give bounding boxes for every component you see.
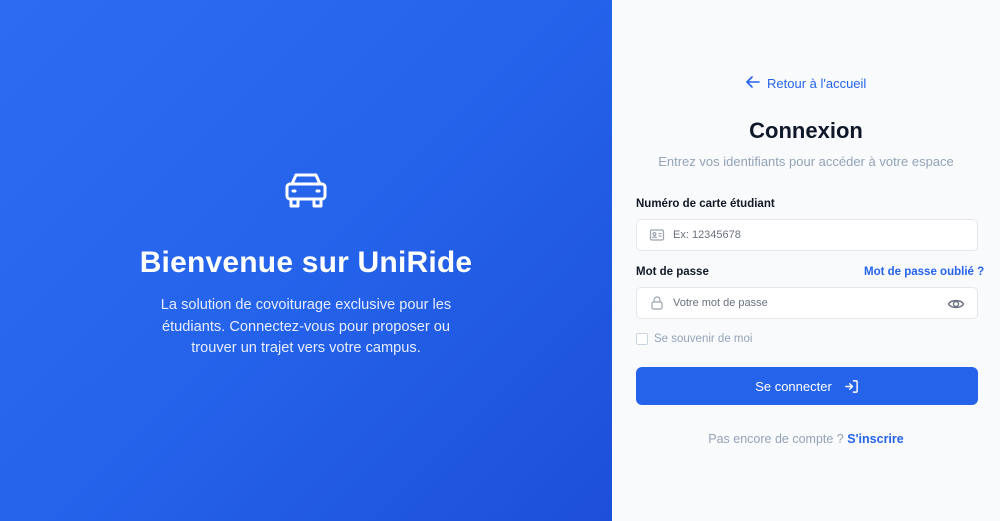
- login-subtitle: Entrez vos identifiants pour accéder à v…: [658, 154, 954, 169]
- signup-text: Pas encore de compte ?: [708, 432, 844, 446]
- welcome-description: La solution de covoiturage exclusive pou…: [160, 297, 452, 356]
- login-button[interactable]: Se connecter: [636, 367, 978, 405]
- car-icon: [285, 173, 327, 208]
- lock-icon: [651, 296, 663, 310]
- back-link-label: Retour à l'accueil: [767, 76, 867, 91]
- sign-in-icon: [844, 379, 858, 393]
- signup-prompt: Pas encore de compte ? S'inscrire: [612, 432, 1000, 446]
- password-label: Mot de passe: [636, 266, 709, 278]
- remember-me-checkbox[interactable]: [636, 333, 648, 345]
- signup-link[interactable]: S'inscrire: [847, 432, 903, 446]
- back-to-home-link[interactable]: Retour à l'accueil: [745, 75, 867, 91]
- login-button-label: Se connecter: [755, 378, 832, 394]
- eye-icon[interactable]: [947, 295, 965, 313]
- login-title: Connexion: [749, 118, 863, 143]
- id-card-icon: [649, 229, 665, 241]
- arrow-left-icon: [746, 75, 760, 88]
- card-number-input[interactable]: [673, 229, 933, 241]
- card-number-field[interactable]: [636, 219, 978, 251]
- card-number-label: Numéro de carte étudiant: [636, 198, 775, 210]
- remember-me-label: Se souvenir de moi: [654, 333, 753, 345]
- welcome-panel: Bienvenue sur UniRide La solution de cov…: [0, 0, 612, 521]
- welcome-title: Bienvenue sur UniRide: [139, 246, 473, 279]
- remember-me[interactable]: Se souvenir de moi: [636, 333, 752, 345]
- password-input[interactable]: [673, 297, 933, 309]
- forgot-password-link[interactable]: Mot de passe oublié ?: [864, 266, 984, 278]
- password-field[interactable]: [636, 287, 978, 319]
